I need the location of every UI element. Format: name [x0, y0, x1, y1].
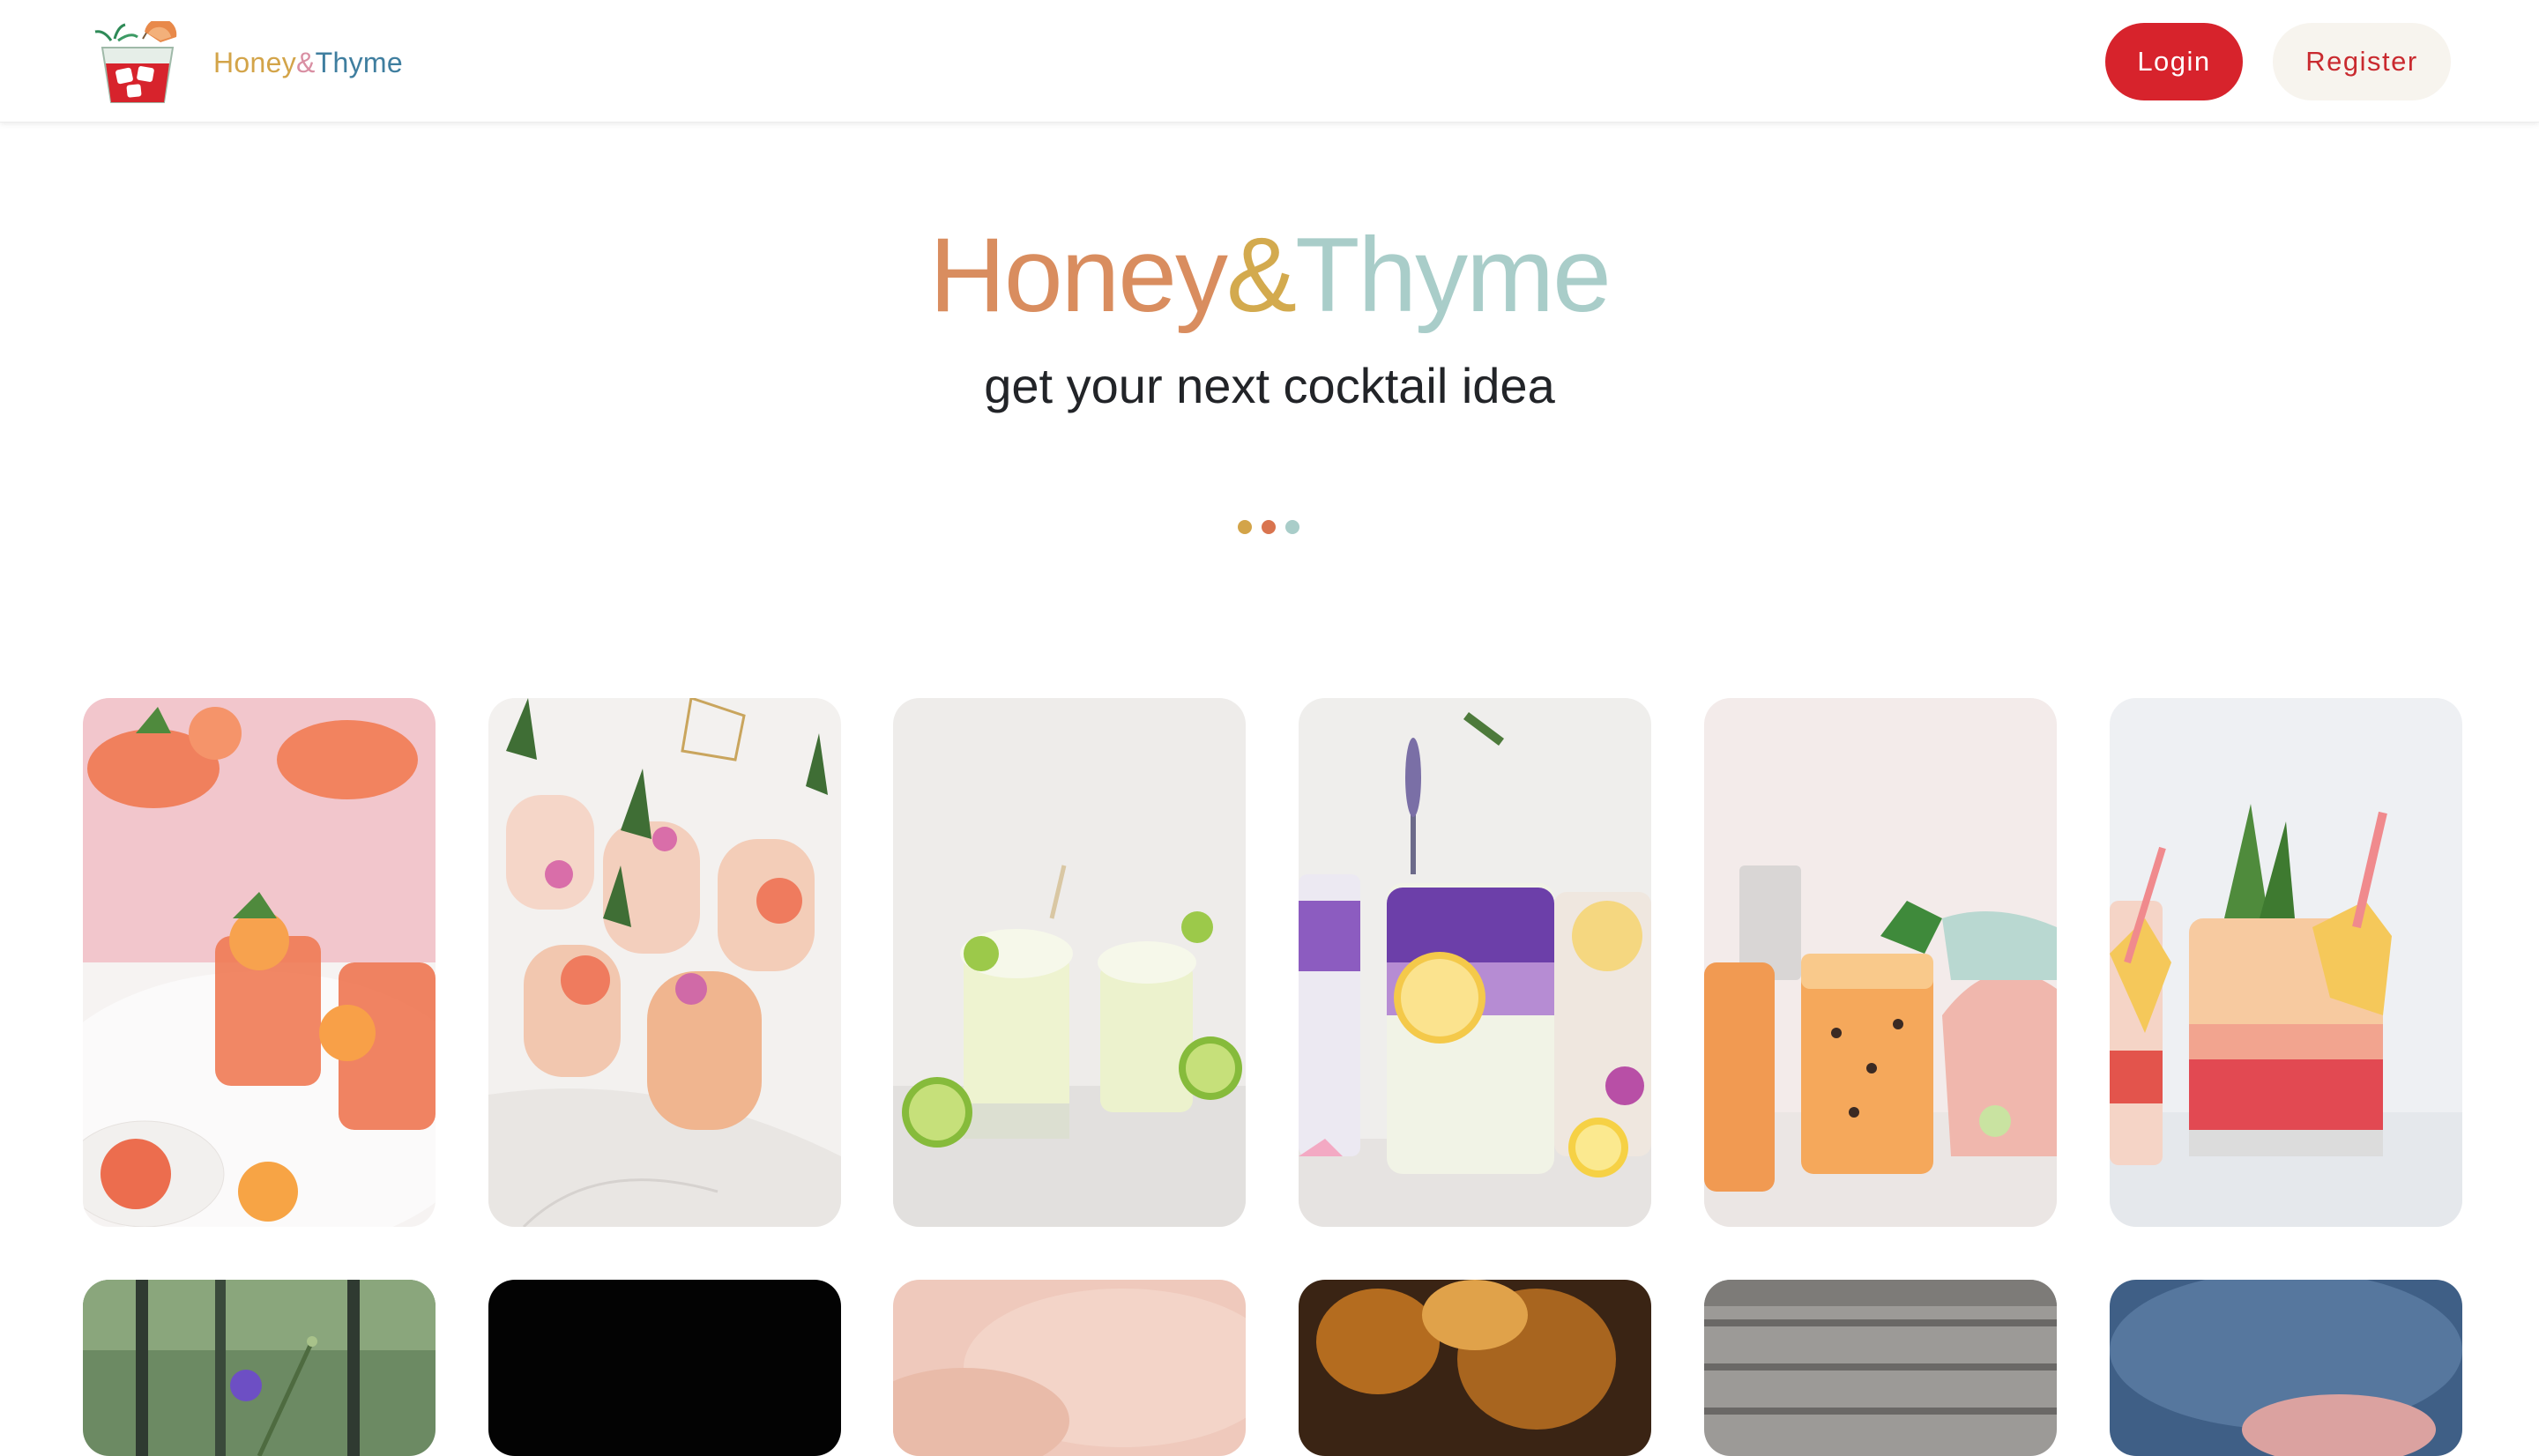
- cocktail-photo: [1704, 1280, 2057, 1456]
- cocktail-photo: [488, 698, 841, 1227]
- cocktail-photo: [488, 1280, 841, 1456]
- cocktail-photo: [83, 698, 436, 1227]
- cocktail-card-pineapple-layered[interactable]: [2110, 698, 2462, 1227]
- cocktail-card-frozen-lime[interactable]: [893, 698, 1246, 1227]
- cocktail-photo: [1299, 698, 1651, 1227]
- brand-home-link[interactable]: Honey&Thyme: [92, 21, 403, 104]
- cocktail-photo: [893, 1280, 1246, 1456]
- cocktail-card-passion-fruit[interactable]: [1704, 698, 2057, 1227]
- cocktail-card-amber[interactable]: [1299, 1280, 1651, 1456]
- cocktail-photo: [1704, 698, 2057, 1227]
- login-button[interactable]: Login: [2105, 23, 2243, 100]
- cocktail-card-blue[interactable]: [2110, 1280, 2462, 1456]
- cocktail-card-pink[interactable]: [893, 1280, 1246, 1456]
- cocktail-logo-icon: [94, 21, 177, 103]
- top-navbar: Honey&Thyme Login Register: [0, 0, 2539, 123]
- cocktail-card-grapefruit-flower[interactable]: [488, 698, 841, 1227]
- cocktail-photo: [2110, 698, 2462, 1227]
- cocktail-card-rustic[interactable]: [1704, 1280, 2057, 1456]
- brand-name: Honey&Thyme: [213, 46, 403, 78]
- cocktail-card-grapefruit-slush[interactable]: [83, 698, 436, 1227]
- cocktail-card-butterfly-pea[interactable]: [1299, 698, 1651, 1227]
- cocktail-photo: [893, 698, 1246, 1227]
- cocktail-gallery: [0, 0, 2539, 1456]
- cocktail-photo: [83, 1280, 436, 1456]
- register-button[interactable]: Register: [2273, 23, 2451, 100]
- cocktail-photo: [2110, 1280, 2462, 1456]
- cocktail-card-garden[interactable]: [83, 1280, 436, 1456]
- cocktail-photo: [1299, 1280, 1651, 1456]
- cocktail-card-dark[interactable]: [488, 1280, 841, 1456]
